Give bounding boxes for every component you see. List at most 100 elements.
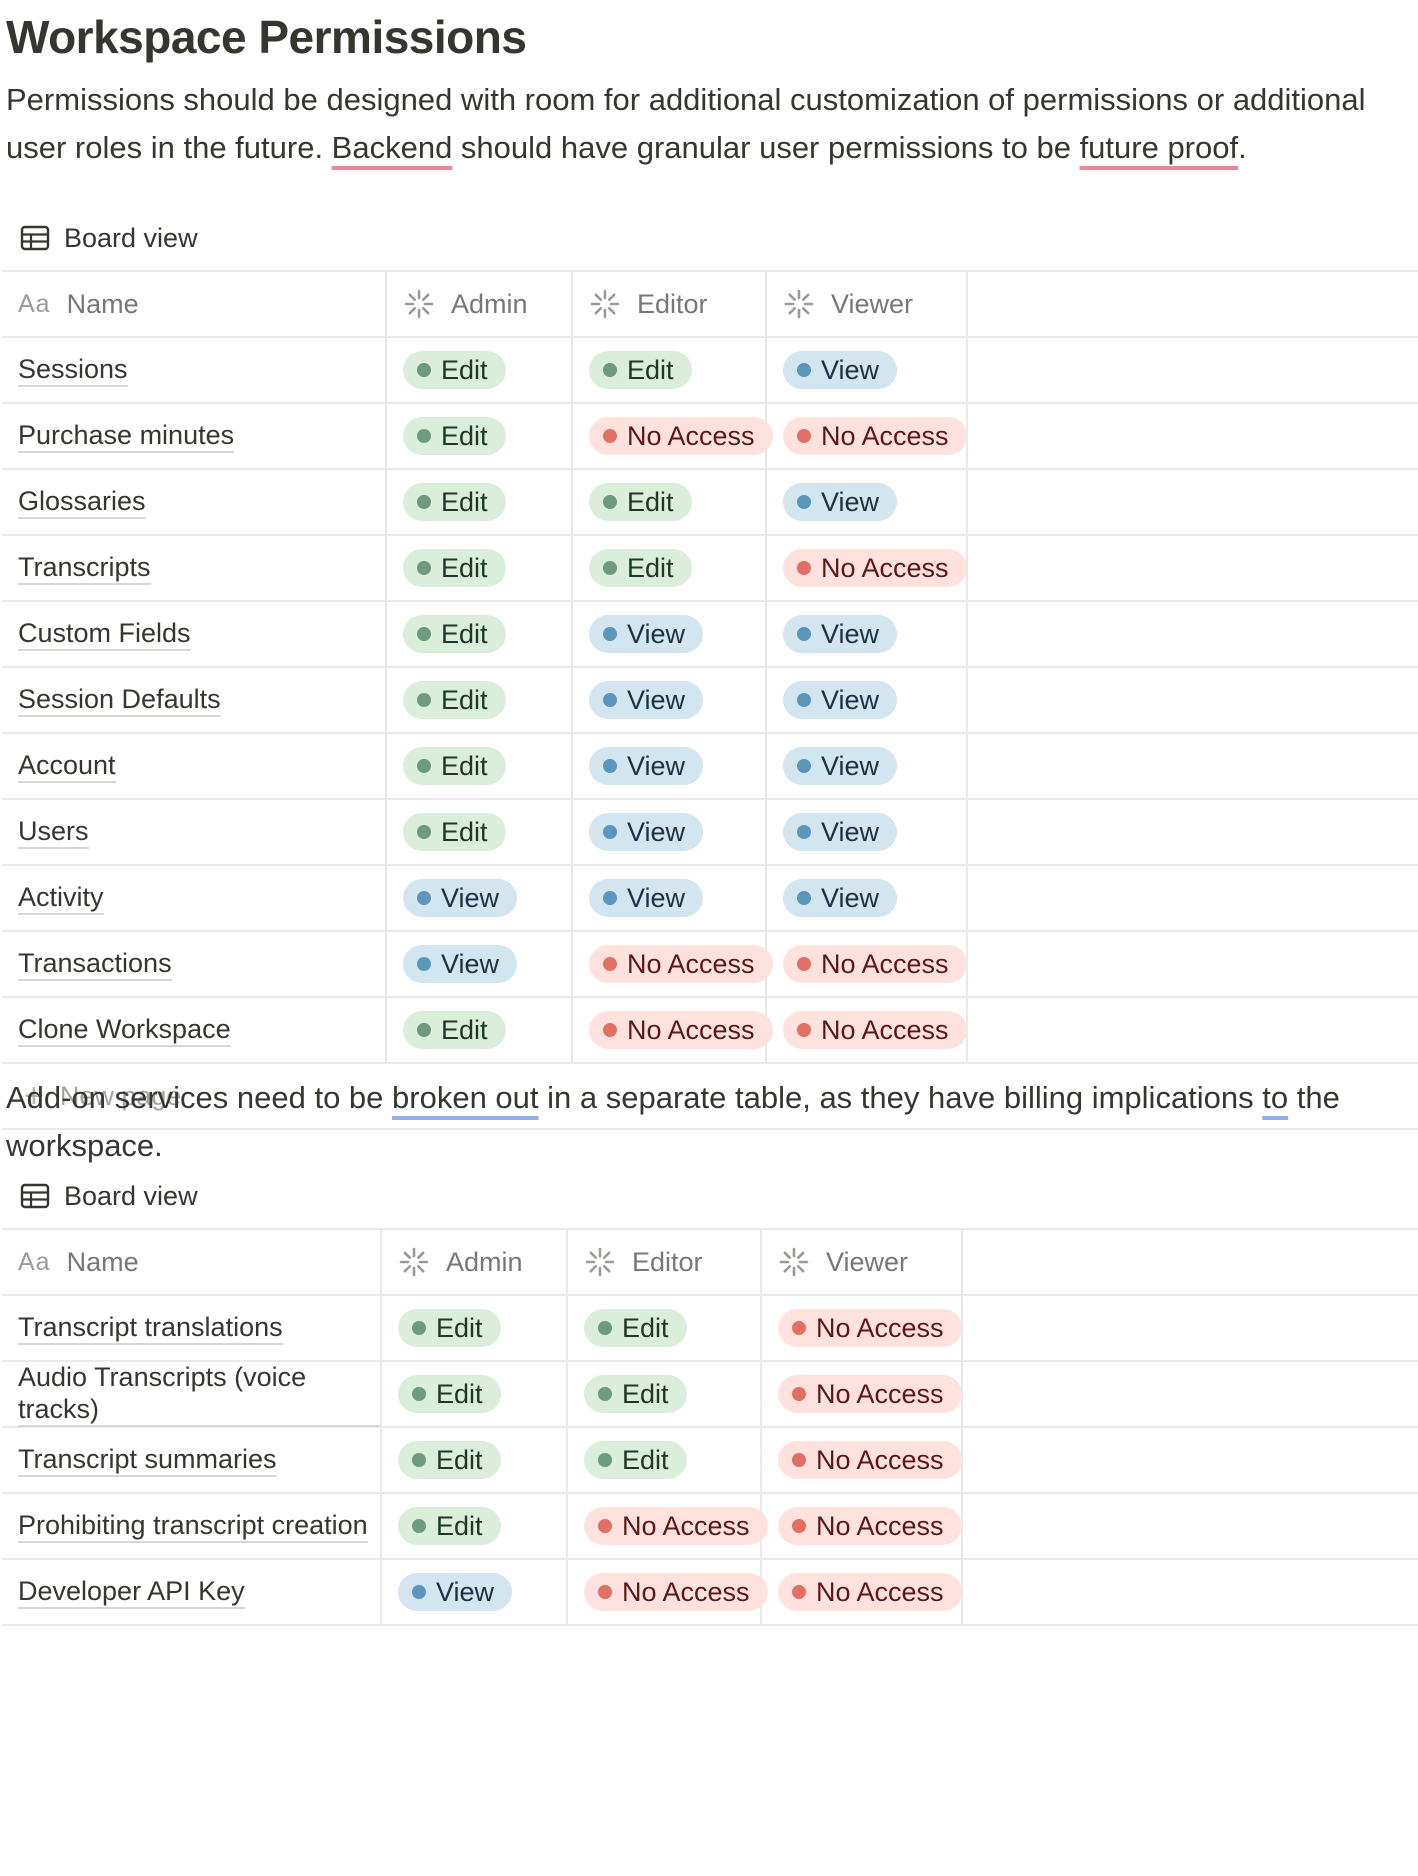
editor-cell[interactable]: Edit: [568, 1296, 762, 1360]
name-cell[interactable]: Transactions: [2, 932, 387, 996]
row-name[interactable]: Transactions: [18, 947, 172, 981]
name-cell[interactable]: Activity: [2, 866, 387, 930]
name-cell[interactable]: Glossaries: [2, 470, 387, 534]
admin-cell[interactable]: Edit: [387, 998, 573, 1062]
table2-view-tab[interactable]: Board view: [20, 1176, 198, 1216]
header-viewer[interactable]: Viewer: [762, 1230, 963, 1294]
table1-view-tab[interactable]: Board view: [20, 218, 198, 258]
header-editor[interactable]: Editor: [573, 272, 767, 336]
admin-cell[interactable]: Edit: [382, 1362, 568, 1426]
viewer-cell[interactable]: No Access: [762, 1296, 963, 1360]
name-cell[interactable]: Transcript summaries: [2, 1428, 382, 1492]
header-name[interactable]: Aa Name: [2, 1230, 382, 1294]
admin-cell[interactable]: View: [382, 1560, 568, 1624]
admin-cell[interactable]: Edit: [387, 470, 573, 534]
editor-cell[interactable]: Edit: [568, 1362, 762, 1426]
name-cell[interactable]: Account: [2, 734, 387, 798]
viewer-cell[interactable]: View: [767, 338, 968, 402]
editor-cell[interactable]: View: [573, 602, 767, 666]
header-admin[interactable]: Admin: [382, 1230, 568, 1294]
name-cell[interactable]: Clone Workspace: [2, 998, 387, 1062]
admin-cell[interactable]: Edit: [387, 338, 573, 402]
row-name[interactable]: Session Defaults: [18, 683, 221, 717]
admin-cell[interactable]: Edit: [387, 800, 573, 864]
permission-tag: Edit: [589, 483, 692, 521]
row-name[interactable]: Developer API Key: [18, 1575, 245, 1609]
viewer-cell[interactable]: No Access: [767, 998, 968, 1062]
name-cell[interactable]: Users: [2, 800, 387, 864]
viewer-cell[interactable]: No Access: [762, 1494, 963, 1558]
admin-cell[interactable]: View: [387, 932, 573, 996]
name-cell[interactable]: Purchase minutes: [2, 404, 387, 468]
editor-cell[interactable]: No Access: [568, 1560, 768, 1624]
viewer-cell[interactable]: No Access: [762, 1362, 963, 1426]
row-name[interactable]: Audio Transcripts (voice tracks): [18, 1361, 380, 1427]
editor-cell[interactable]: View: [573, 800, 767, 864]
header-admin[interactable]: Admin: [387, 272, 573, 336]
editor-cell[interactable]: No Access: [573, 932, 773, 996]
name-cell[interactable]: Custom Fields: [2, 602, 387, 666]
permission-tag: View: [783, 681, 898, 719]
viewer-cell[interactable]: No Access: [767, 536, 968, 600]
admin-cell[interactable]: Edit: [387, 602, 573, 666]
permission-tag: View: [403, 879, 518, 917]
row-name[interactable]: Custom Fields: [18, 617, 191, 651]
editor-cell[interactable]: No Access: [573, 404, 773, 468]
viewer-cell[interactable]: View: [767, 734, 968, 798]
header-viewer[interactable]: Viewer: [767, 272, 968, 336]
editor-cell[interactable]: Edit: [573, 536, 767, 600]
name-cell[interactable]: Developer API Key: [2, 1560, 382, 1624]
admin-cell[interactable]: Edit: [387, 404, 573, 468]
editor-cell[interactable]: View: [573, 668, 767, 732]
row-name[interactable]: Purchase minutes: [18, 419, 235, 453]
admin-cell[interactable]: Edit: [382, 1296, 568, 1360]
name-cell[interactable]: Transcript translations: [2, 1296, 382, 1360]
header-name[interactable]: Aa Name: [2, 272, 387, 336]
admin-cell[interactable]: Edit: [387, 536, 573, 600]
editor-cell[interactable]: Edit: [568, 1428, 762, 1492]
admin-cell[interactable]: Edit: [387, 668, 573, 732]
viewer-cell[interactable]: No Access: [767, 404, 968, 468]
status-dot-icon: [603, 693, 617, 707]
row-name[interactable]: Activity: [18, 881, 104, 915]
row-name[interactable]: Prohibiting transcript creation: [18, 1509, 368, 1543]
admin-cell[interactable]: Edit: [382, 1494, 568, 1558]
editor-cell[interactable]: Edit: [573, 470, 767, 534]
row-name[interactable]: Sessions: [18, 353, 128, 387]
editor-cell[interactable]: No Access: [573, 998, 773, 1062]
intro-spellcheck-future-proof: future proof: [1079, 130, 1239, 165]
editor-cell[interactable]: Edit: [573, 338, 767, 402]
admin-cell[interactable]: View: [387, 866, 573, 930]
row-name[interactable]: Transcripts: [18, 551, 151, 585]
status-spinner-icon: [779, 1247, 809, 1277]
row-name[interactable]: Transcript summaries: [18, 1443, 277, 1477]
editor-cell[interactable]: No Access: [568, 1494, 768, 1558]
row-name[interactable]: Account: [18, 749, 116, 783]
viewer-cell[interactable]: View: [767, 668, 968, 732]
header-editor[interactable]: Editor: [568, 1230, 762, 1294]
name-cell[interactable]: Audio Transcripts (voice tracks): [2, 1361, 382, 1427]
viewer-cell[interactable]: View: [767, 470, 968, 534]
name-cell[interactable]: Sessions: [2, 338, 387, 402]
permission-tag: View: [589, 747, 704, 785]
viewer-cell[interactable]: No Access: [767, 932, 968, 996]
viewer-cell[interactable]: No Access: [762, 1560, 963, 1624]
row-name[interactable]: Transcript translations: [18, 1311, 283, 1345]
name-cell[interactable]: Session Defaults: [2, 668, 387, 732]
permission-label: Edit: [436, 1378, 483, 1409]
row-name[interactable]: Clone Workspace: [18, 1013, 231, 1047]
row-name[interactable]: Glossaries: [18, 485, 146, 519]
admin-cell[interactable]: Edit: [382, 1428, 568, 1492]
header-empty: [968, 272, 1418, 336]
addon-services-table: Aa Name Admin Editor Viewer Transcript transl…: [2, 1228, 1418, 1626]
name-cell[interactable]: Transcripts: [2, 536, 387, 600]
viewer-cell[interactable]: No Access: [762, 1428, 963, 1492]
admin-cell[interactable]: Edit: [387, 734, 573, 798]
editor-cell[interactable]: View: [573, 734, 767, 798]
name-cell[interactable]: Prohibiting transcript creation: [2, 1494, 382, 1558]
editor-cell[interactable]: View: [573, 866, 767, 930]
viewer-cell[interactable]: View: [767, 800, 968, 864]
row-name[interactable]: Users: [18, 815, 89, 849]
viewer-cell[interactable]: View: [767, 866, 968, 930]
viewer-cell[interactable]: View: [767, 602, 968, 666]
